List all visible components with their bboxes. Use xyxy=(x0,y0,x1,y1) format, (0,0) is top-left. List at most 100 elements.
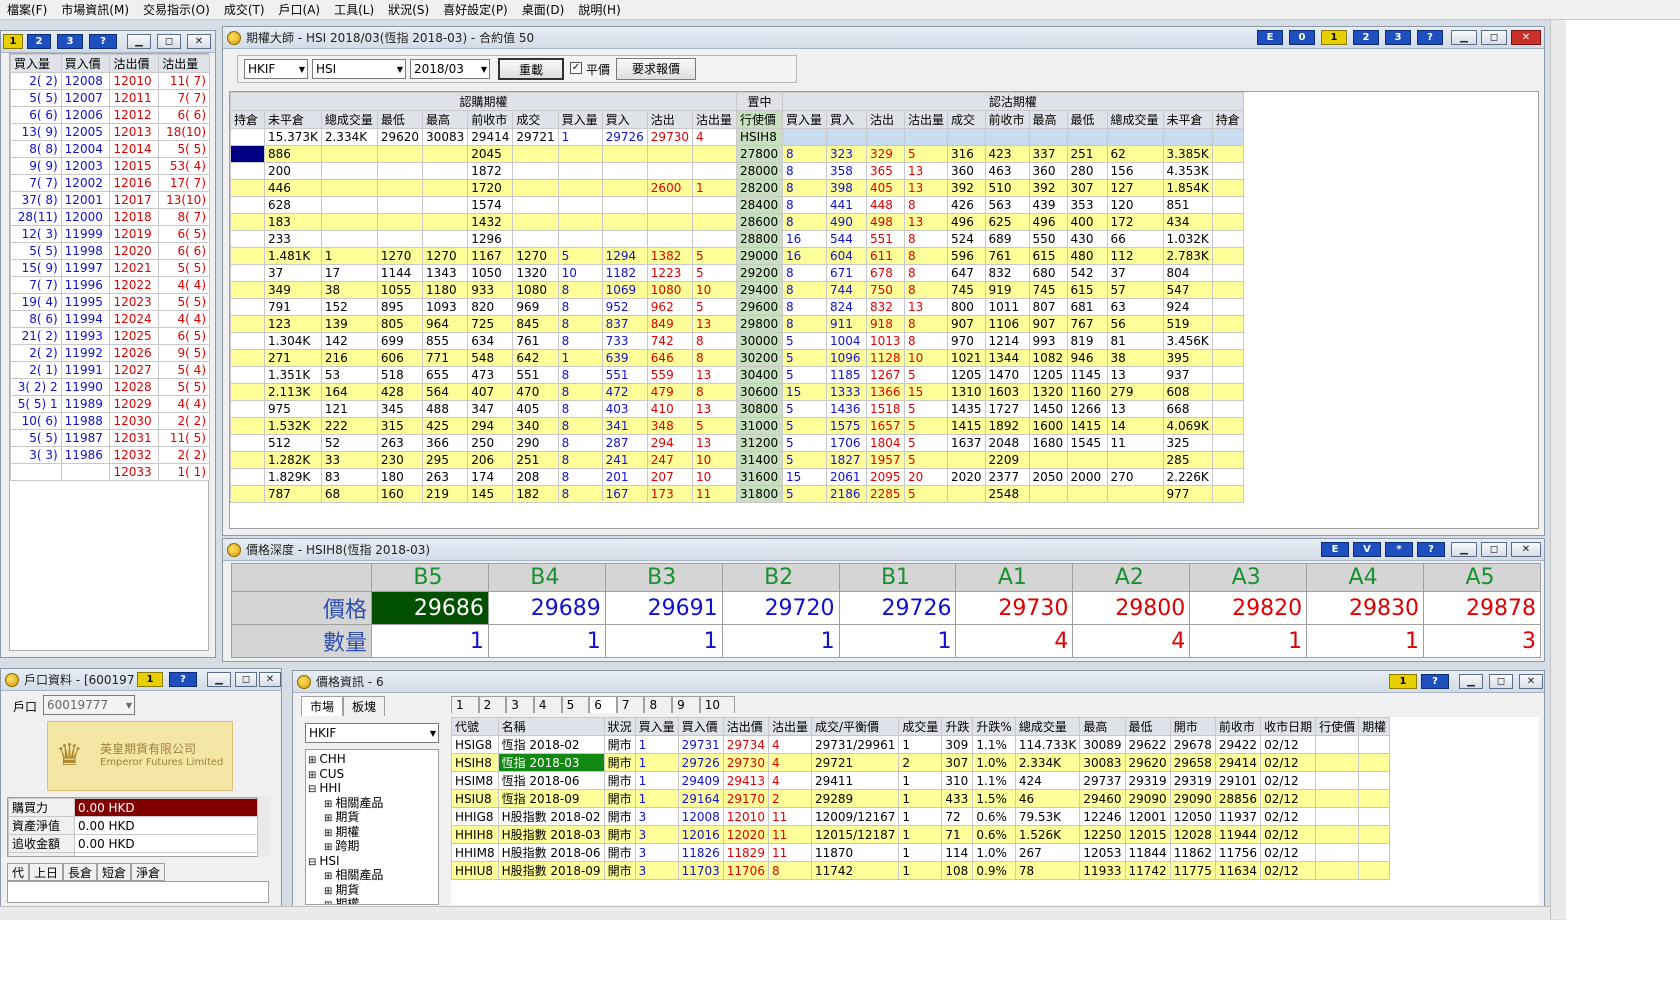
depth-price[interactable]: 29686 xyxy=(371,591,489,625)
menu-item-1[interactable]: 市場資訊(M) xyxy=(54,1,136,18)
quote-row[interactable]: HSIU8 恆指 2018-09 開市 1 29164 29170 2 29289 1 433 1.… xyxy=(451,789,1391,808)
tree-item[interactable]: ⊞ 相關產品 xyxy=(308,796,436,811)
exchange-select[interactable]: HKIF ▼ xyxy=(244,59,308,79)
tree-item[interactable]: ⊞ 相關產品 xyxy=(308,868,436,883)
reload-button[interactable]: 重載 xyxy=(498,58,564,80)
tab-sector[interactable]: 板塊 xyxy=(343,696,386,716)
table-row[interactable]: 271 216 606 771 548 642 1 639 646 8 30200 5 1096 1128… xyxy=(230,349,1244,367)
tab-2[interactable]: 2 xyxy=(1353,30,1379,45)
tree-item[interactable]: ⊞ CHH xyxy=(308,752,436,767)
table-row[interactable]: 10( 6) 11988 12030 2( 2) xyxy=(10,412,210,430)
menu-item-9[interactable]: 說明(H) xyxy=(571,1,627,18)
tab-star[interactable]: * xyxy=(1385,542,1413,557)
expand-icon[interactable]: ⊞ xyxy=(324,799,332,810)
table-row[interactable]: 123 139 805 964 725 845 8 837 849 13 29800 8 911 918 8… xyxy=(230,315,1244,333)
position-tab[interactable]: 淨倉 xyxy=(131,863,166,881)
minimize-button[interactable]: ▁ xyxy=(1451,30,1477,45)
tab-v[interactable]: V xyxy=(1353,542,1381,557)
tree-item[interactable]: ⊞期權 xyxy=(308,825,436,840)
exchange-select[interactable]: HKIF ▼ xyxy=(305,723,439,743)
menu-item-4[interactable]: 戶口(A) xyxy=(272,1,328,18)
depth-price[interactable]: 29730 xyxy=(955,591,1074,625)
page-tab-5[interactable]: 5 xyxy=(561,696,590,713)
account-select[interactable]: 60019777 ▼ xyxy=(43,695,135,715)
help-button[interactable]: ? xyxy=(169,672,197,687)
expand-icon[interactable]: ⊞ xyxy=(308,770,316,781)
close-button[interactable]: ✕ xyxy=(1519,674,1543,689)
table-row[interactable]: 5( 5) 1 11989 12029 4( 4) xyxy=(10,395,210,413)
menu-item-8[interactable]: 桌面(D) xyxy=(515,1,572,18)
table-row[interactable]: 886 2045 27800 8 323 329 5 316 423 337 251 62 3.385K xyxy=(230,145,1244,163)
restore-button[interactable]: ◻ xyxy=(157,34,181,49)
help-button[interactable]: ? xyxy=(89,34,117,49)
table-row[interactable]: 2( 2) 12008 12010 11( 7) xyxy=(10,72,210,90)
depth-price[interactable]: 29878 xyxy=(1423,591,1541,625)
product-select[interactable]: HSI ▼ xyxy=(312,59,406,79)
table-row[interactable]: 3( 3) 11986 12032 2( 2) xyxy=(10,446,210,464)
table-row[interactable]: 28(11) 12000 12018 8( 7) xyxy=(10,208,210,226)
help-button[interactable]: ? xyxy=(1417,542,1445,557)
expand-icon[interactable]: ⊞ xyxy=(324,871,332,882)
tree-item[interactable]: ⊞ 跨期 xyxy=(308,839,436,854)
expand-icon[interactable]: ⊞ xyxy=(308,755,316,766)
depth-price[interactable]: 29820 xyxy=(1189,591,1308,625)
tree-item[interactable]: ⊟ HSI xyxy=(308,854,436,869)
expand-icon[interactable]: ⊟ xyxy=(308,857,316,868)
page-tab-6[interactable]: 6 xyxy=(589,696,617,713)
table-row[interactable]: 2.113K 164 428 564 407 470 8 472 479 8 30600 15 1333… xyxy=(230,383,1244,401)
position-tab[interactable]: 代 xyxy=(7,863,30,881)
close-button[interactable]: ✕ xyxy=(1511,542,1541,557)
minimize-button[interactable]: ▁ xyxy=(207,672,231,687)
tree-item[interactable]: ⊞ CUS xyxy=(308,767,436,782)
restore-button[interactable]: ◻ xyxy=(1481,542,1507,557)
table-row[interactable]: 787 68 160 219 145 182 8 167 173 11 31800 5 2186 2285… xyxy=(230,485,1244,503)
table-row[interactable]: 8( 8) 12004 12014 5( 5) xyxy=(10,140,210,158)
close-button[interactable]: ✕ xyxy=(1511,30,1541,45)
menu-item-6[interactable]: 狀況(S) xyxy=(381,1,436,18)
table-row[interactable]: 12033 1( 1) xyxy=(10,463,210,481)
table-row[interactable]: 37 17 1144 1343 1050 1320 10 1182 1223 5 29200 8 671… xyxy=(230,264,1244,282)
request-quote-button[interactable]: 要求報價 xyxy=(616,58,696,80)
table-row[interactable]: 15( 9) 11997 12021 5( 5) xyxy=(10,259,210,277)
table-row[interactable]: 21( 2) 11993 12025 6( 5) xyxy=(10,327,210,345)
tab-2[interactable]: 2 xyxy=(27,34,51,49)
tab-e[interactable]: E xyxy=(1257,30,1283,45)
page-tab-4[interactable]: 4 xyxy=(533,696,562,713)
depth-price[interactable]: 29720 xyxy=(721,591,840,625)
table-row[interactable]: 37( 8) 12001 12017 13(10) xyxy=(10,191,210,209)
page-tab-3[interactable]: 3 xyxy=(506,696,534,713)
position-tab[interactable]: 短倉 xyxy=(97,863,132,881)
horizontal-scrollbar[interactable] xyxy=(0,906,1550,920)
expand-icon[interactable]: ⊞ xyxy=(324,842,332,853)
depth-price[interactable]: 29689 xyxy=(487,591,606,625)
table-row[interactable]: 1.304K 142 699 855 634 761 8 733 742 8 30000 5 1004 1… xyxy=(230,332,1244,350)
expand-icon[interactable]: ⊞ xyxy=(324,886,332,897)
table-row[interactable]: 233 1296 28800 16 544 551 8 524 689 550 430 66 1.032… xyxy=(230,230,1244,248)
tab-1[interactable]: 1 xyxy=(3,34,23,49)
quote-row[interactable]: HHIH8 H股指數 2018-03 開市 3 12016 12020 11 12015/12… xyxy=(451,825,1391,844)
expand-icon[interactable]: ⊞ xyxy=(324,813,332,824)
tree-item[interactable]: ⊞ 期貨 xyxy=(308,883,436,898)
table-row[interactable]: 1.282K 33 230 295 206 251 8 241 247 10 31400 5 1827 1… xyxy=(230,451,1244,469)
table-row[interactable]: 2( 2) 11992 12026 9( 5) xyxy=(10,344,210,362)
expand-icon[interactable]: ⊟ xyxy=(308,784,316,795)
quote-row[interactable]: HHIU8 H股指數 2018-09 開市 3 11703 11706 8 11742 1 108… xyxy=(451,861,1391,880)
tab-0[interactable]: 0 xyxy=(1289,30,1315,45)
table-row[interactable]: 3( 2) 2 11990 12028 5( 5) xyxy=(10,378,210,396)
position-tab[interactable]: 上日 xyxy=(29,863,64,881)
atm-checkbox[interactable]: ✓ xyxy=(570,62,582,74)
close-button[interactable]: ✕ xyxy=(187,34,211,49)
depth-price[interactable]: 29726 xyxy=(838,591,957,625)
page-tab-8[interactable]: 8 xyxy=(644,696,673,713)
table-row[interactable]: 1.481K 1 1270 1270 1167 1270 5 1294 1382 5 29000 16… xyxy=(230,247,1244,265)
quote-row[interactable]: HHIG8 H股指數 2018-02 開市 3 12008 12010 11 12009/12… xyxy=(451,807,1391,826)
table-row[interactable]: 9( 9) 12003 12015 53( 4) xyxy=(10,157,210,175)
quote-row[interactable]: HSIH8 恆指 2018-03 開市 1 29726 29730 4 29721 2 307 1.… xyxy=(451,753,1391,772)
menu-item-5[interactable]: 工具(L) xyxy=(327,1,381,18)
restore-button[interactable]: ◻ xyxy=(1481,30,1507,45)
depth-price[interactable]: 29830 xyxy=(1306,591,1425,625)
expand-icon[interactable]: ⊞ xyxy=(324,900,332,904)
table-row[interactable]: 1.829K 83 180 263 174 208 8 201 207 10 31600 15 2061… xyxy=(230,468,1244,486)
table-row[interactable]: 1.532K 222 315 425 294 340 8 341 348 5 31000 5 1575 1… xyxy=(230,417,1244,435)
tab-1[interactable]: 1 xyxy=(1321,30,1347,45)
